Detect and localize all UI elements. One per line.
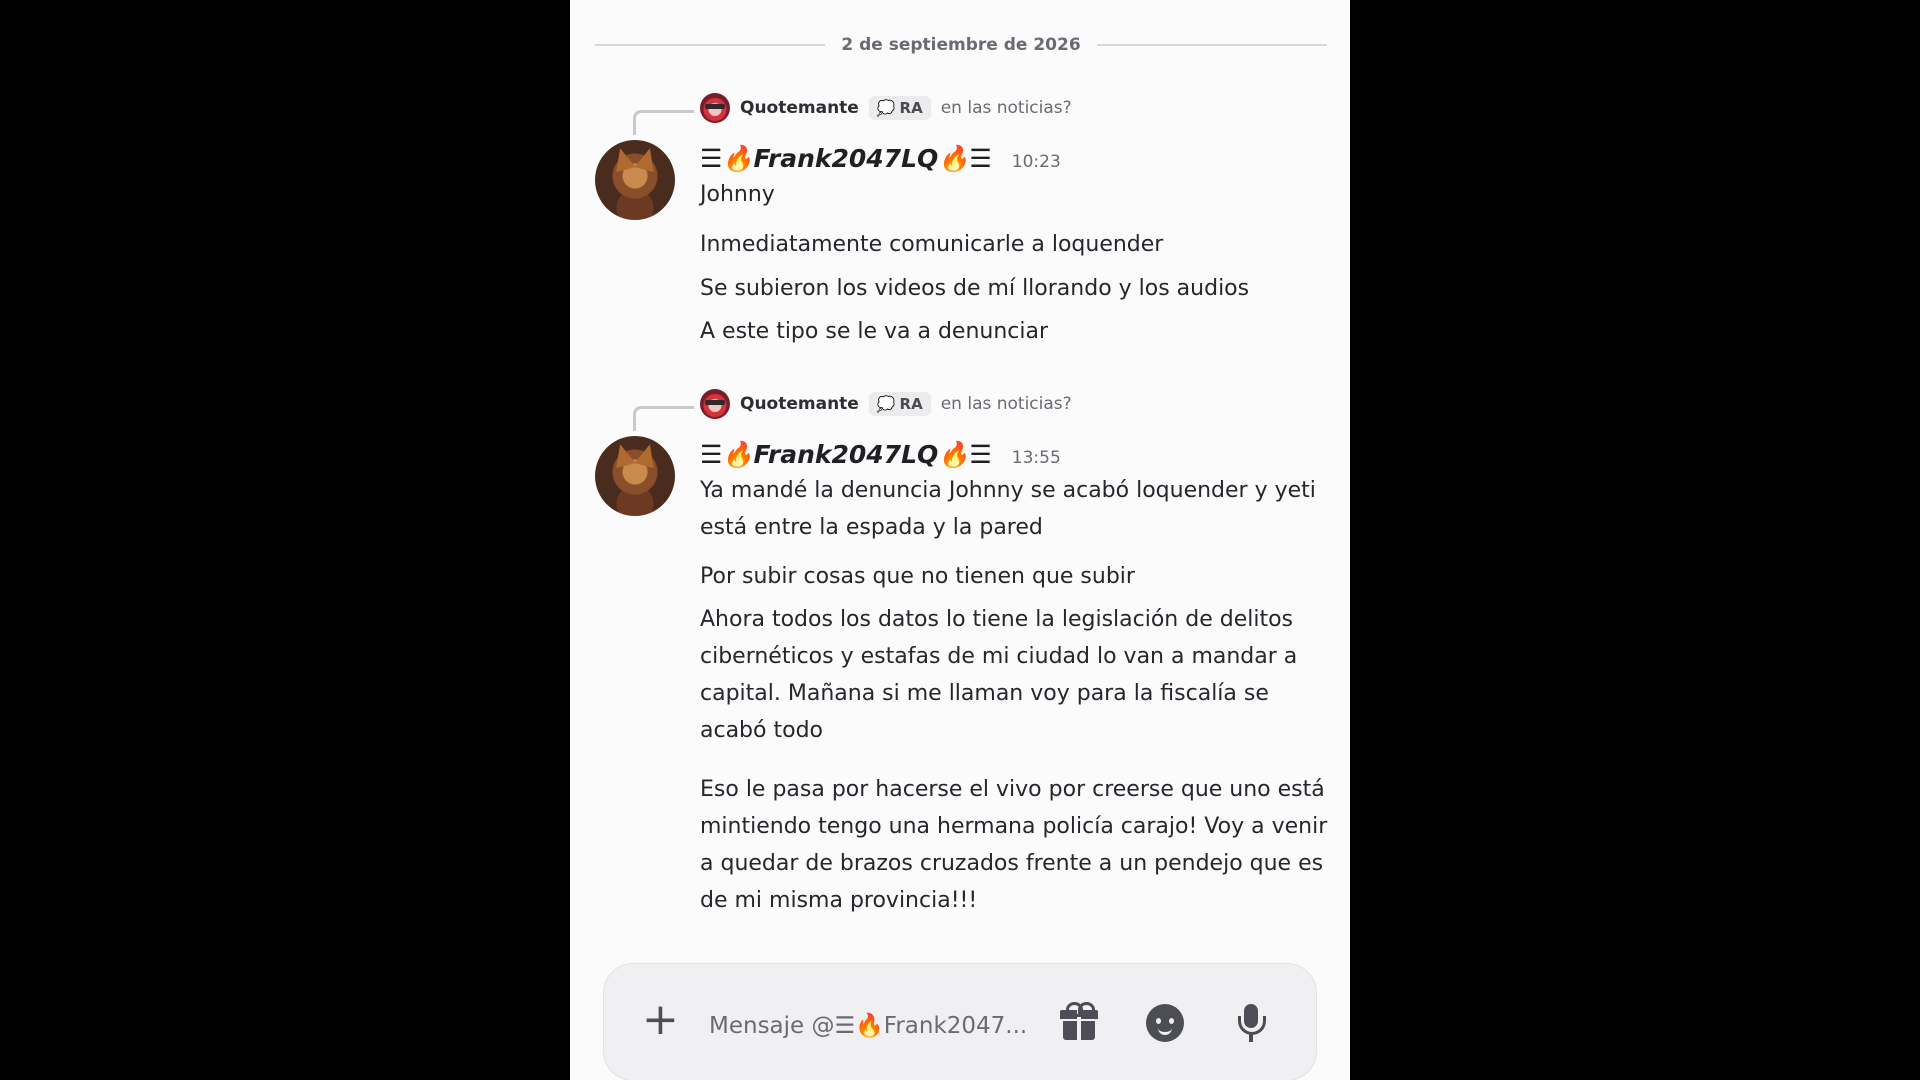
message-text[interactable]: Johnny xyxy=(700,176,1340,213)
message-header: ☰🔥Frank2047LQ🔥☰ 13:55 xyxy=(700,440,1061,470)
reply-author-avatar[interactable] xyxy=(700,389,730,419)
message-text[interactable]: Se subieron los videos de mí llorando y … xyxy=(700,270,1340,307)
author-username[interactable]: ☰🔥Frank2047LQ🔥☰ xyxy=(700,144,992,174)
message-timestamp: 13:55 xyxy=(1011,448,1061,468)
microphone-icon[interactable] xyxy=(1228,1000,1274,1046)
author-username[interactable]: ☰🔥Frank2047LQ🔥☰ xyxy=(700,440,992,470)
message-text[interactable]: Ya mandé la denuncia Johnny se acabó loq… xyxy=(700,472,1340,546)
message-input[interactable]: Mensaje @☰🔥Frank2047... xyxy=(709,1012,1027,1039)
reply-connector xyxy=(633,110,694,135)
emoji-face xyxy=(1146,1004,1184,1042)
reply-tag-label: RA xyxy=(899,99,923,117)
mic-stem xyxy=(1249,1034,1253,1042)
gift-icon[interactable] xyxy=(1056,1000,1102,1046)
emoji-mouth xyxy=(1158,1024,1172,1035)
reply-author-name[interactable]: Quotemante xyxy=(740,98,859,118)
message-header: ☰🔥Frank2047LQ🔥☰ 10:23 xyxy=(700,144,1061,174)
mic-arc xyxy=(1238,1016,1266,1035)
date-divider: 2 de septiembre de 2026 xyxy=(595,30,1327,60)
author-avatar[interactable] xyxy=(595,140,675,220)
reply-preview[interactable]: Quotemante 💭 RA en las noticias? xyxy=(700,388,1072,420)
divider-line-right xyxy=(1096,44,1327,46)
reply-author-avatar[interactable] xyxy=(700,93,730,123)
message-text[interactable]: Por subir cosas que no tienen que subir xyxy=(700,558,1340,595)
reply-preview[interactable]: Quotemante 💭 RA en las noticias? xyxy=(700,92,1072,124)
message-text[interactable]: Inmediatamente comunicarle a loquender xyxy=(700,226,1340,263)
reply-connector xyxy=(633,406,694,431)
speech-bubble-icon: 💭 xyxy=(876,99,896,117)
reply-snippet: en las noticias? xyxy=(940,98,1072,118)
reply-author-tag: 💭 RA xyxy=(868,96,931,120)
gift-bow-right xyxy=(1078,1002,1095,1017)
speech-bubble-icon: 💭 xyxy=(876,395,896,413)
message-composer[interactable]: + Mensaje @☰🔥Frank2047... xyxy=(603,963,1317,1080)
message-text[interactable]: A este tipo se le va a denunciar xyxy=(700,313,1340,350)
plus-icon[interactable]: + xyxy=(642,998,679,1042)
date-label: 2 de septiembre de 2026 xyxy=(841,35,1081,55)
divider-line-left xyxy=(595,44,826,46)
chat-screen: 2 de septiembre de 2026 Quotemante 💭 RA … xyxy=(570,0,1350,1080)
author-avatar[interactable] xyxy=(595,436,675,516)
reply-author-tag: 💭 RA xyxy=(868,392,931,416)
message-text[interactable]: Ahora todos los datos lo tiene la legisl… xyxy=(700,601,1340,749)
emoji-icon[interactable] xyxy=(1142,1000,1188,1046)
reply-snippet: en las noticias? xyxy=(940,394,1072,414)
reply-author-name[interactable]: Quotemante xyxy=(740,394,859,414)
message-timestamp: 10:23 xyxy=(1011,152,1061,172)
reply-tag-label: RA xyxy=(899,395,923,413)
message-text[interactable]: Eso le pasa por hacerse el vivo por cree… xyxy=(700,771,1340,919)
